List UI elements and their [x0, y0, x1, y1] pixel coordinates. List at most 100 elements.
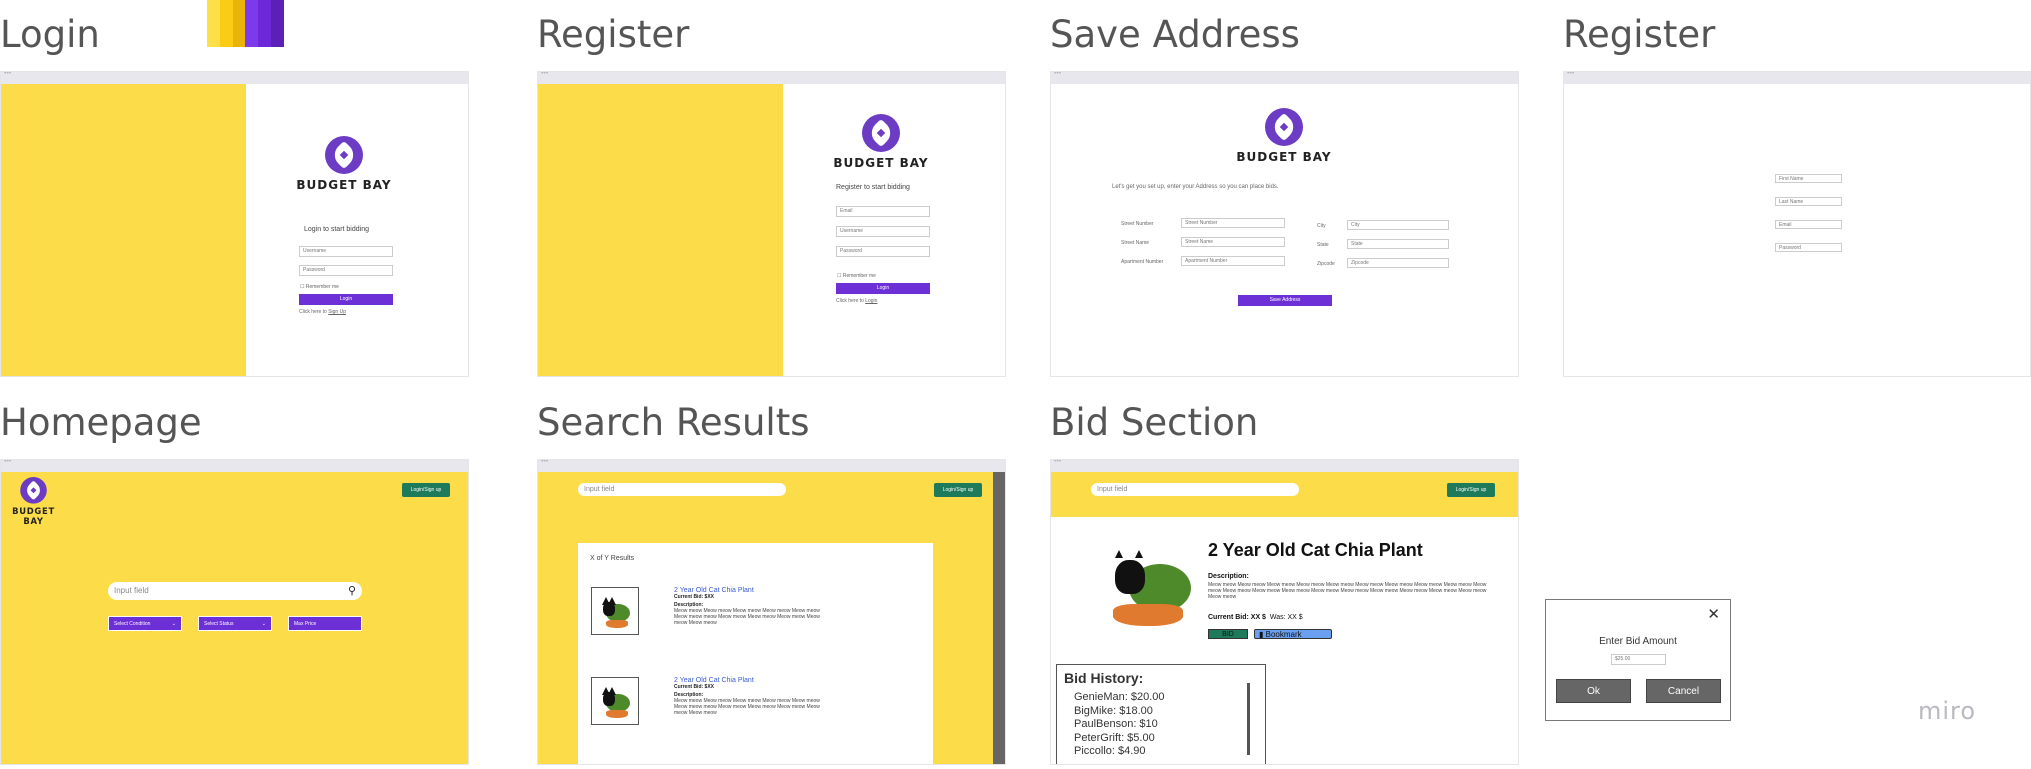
brand-mark-icon — [20, 477, 47, 504]
login-signup-button[interactable]: Login/Sign up — [934, 483, 982, 497]
product-title: 2 Year Old Cat Chia Plant — [1208, 540, 1423, 560]
search-icon[interactable]: ⚲ — [348, 582, 356, 600]
save-address-frame: BUDGET BAY Let's get you set up, enter y… — [1050, 71, 1519, 377]
first-name-field[interactable]: First Name — [1775, 174, 1842, 183]
login-frame: BUDGET BAY Login to start bidding Userna… — [0, 71, 469, 377]
login-signup-button[interactable]: Login/Sign up — [1447, 483, 1495, 497]
screen-title-homepage: Homepage — [0, 401, 202, 444]
search-input[interactable]: Input field ⚲ — [108, 582, 362, 600]
swatch — [232, 0, 246, 47]
street-number-field[interactable]: Street Number — [1181, 218, 1285, 228]
brand-logo: BUDGET BAY — [1234, 108, 1334, 164]
brand-logo: BUDGET BAY — [294, 136, 394, 192]
bid-button[interactable]: BID — [1208, 629, 1248, 639]
register-heading: Register to start bidding — [836, 184, 910, 191]
homepage-frame: BUDGET BAY Login/Sign up Input field ⚲ S… — [0, 459, 469, 765]
swatch — [245, 0, 259, 47]
condition-dropdown[interactable]: Select Condition ⌄ — [108, 616, 182, 631]
zipcode-field[interactable]: Zipcode — [1347, 258, 1449, 268]
previous-price: Was: XX $ — [1269, 614, 1303, 621]
cancel-button[interactable]: Cancel — [1646, 679, 1721, 703]
result-item[interactable]: 2 Year Old Cat Chia Plant Current Bid: $… — [674, 587, 834, 626]
signup-link[interactable]: Sign Up — [328, 309, 346, 315]
login-prompt: Click here to Login — [836, 298, 878, 304]
status-dropdown[interactable]: Select Status ⌄ — [198, 616, 272, 631]
window-bar — [1, 460, 468, 472]
last-name-field[interactable]: Last Name — [1775, 197, 1842, 206]
chevron-down-icon: ⌄ — [171, 621, 176, 627]
screen-title-search-results: Search Results — [537, 401, 810, 444]
description-label: Description: — [1208, 573, 1249, 580]
product-description: Meow meow Meow meow Meow meow Meow meow … — [1208, 582, 1487, 600]
result-item[interactable]: 2 Year Old Cat Chia Plant Current Bid: $… — [674, 677, 834, 716]
search-input[interactable]: Input field — [578, 483, 786, 496]
swatch — [271, 0, 284, 47]
close-icon[interactable]: ✕ — [1707, 605, 1720, 623]
password-field[interactable]: Password — [299, 265, 393, 276]
login-button[interactable]: Login — [299, 294, 393, 305]
yellow-panel — [1, 84, 246, 376]
apartment-field[interactable]: Apartment Number — [1181, 256, 1285, 266]
result-title[interactable]: 2 Year Old Cat Chia Plant — [674, 587, 834, 594]
list-item: GenieMan: $20.00 — [1074, 691, 1165, 703]
bid-history-list: GenieMan: $20.00 BigMike: $18.00 PaulBen… — [1074, 691, 1165, 759]
screen-title-register-2: Register — [1563, 13, 1716, 56]
bid-history-panel: Bid History: GenieMan: $20.00 BigMike: $… — [1056, 664, 1266, 764]
color-palette — [207, 0, 284, 47]
swatch — [258, 0, 272, 47]
product-thumbnail[interactable] — [591, 677, 639, 725]
bookmark-button[interactable]: ▮ Bookmark — [1254, 629, 1332, 639]
window-bar — [1051, 460, 1518, 472]
max-price-field[interactable]: Max Price — [288, 616, 362, 631]
street-number-label: Street Number — [1121, 221, 1154, 227]
username-field[interactable]: Username — [836, 226, 930, 237]
chevron-down-icon: ⌄ — [261, 621, 266, 627]
password-field[interactable]: Password — [1775, 243, 1842, 252]
results-count: X of Y Results — [590, 555, 635, 562]
remember-me-checkbox[interactable]: ☐ Remember me — [837, 273, 876, 279]
window-bar — [538, 460, 1005, 472]
state-field[interactable]: State — [1347, 239, 1449, 249]
remember-me-checkbox[interactable]: ☐ Remember me — [300, 284, 339, 290]
screen-title-login: Login — [0, 13, 100, 56]
save-address-button[interactable]: Save Address — [1238, 295, 1332, 306]
brand-mark-icon — [1265, 108, 1303, 146]
window-bar — [538, 72, 1005, 84]
scrollbar[interactable] — [993, 472, 1005, 764]
bookmark-icon: ▮ — [1259, 630, 1264, 639]
ok-button[interactable]: Ok — [1556, 679, 1631, 703]
result-current-bid: Current Bid: $XX — [674, 594, 715, 600]
password-field[interactable]: Password — [836, 246, 930, 257]
register-frame: BUDGET BAY Register to start bidding Ema… — [537, 71, 1006, 377]
result-title[interactable]: 2 Year Old Cat Chia Plant — [674, 677, 834, 684]
login-link[interactable]: Login — [865, 298, 877, 304]
swatch — [219, 0, 233, 47]
enter-bid-modal: ✕ Enter Bid Amount $25.00 Ok Cancel — [1545, 599, 1731, 721]
screen-title-bid-section: Bid Section — [1050, 401, 1259, 444]
scrollbar[interactable] — [1247, 683, 1250, 755]
login-signup-button[interactable]: Login/Sign up — [402, 483, 450, 497]
bid-section-frame: Input field Login/Sign up 2 Year Old Cat… — [1050, 459, 1519, 765]
results-panel: X of Y Results 2 Year Old Cat Chia Plant… — [578, 543, 933, 764]
brand-mark-icon — [325, 136, 363, 174]
bid-amount-field[interactable]: $25.00 — [1611, 654, 1666, 665]
username-field[interactable]: Username — [299, 246, 393, 257]
login-button[interactable]: Login — [836, 283, 930, 294]
city-field[interactable]: City — [1347, 220, 1449, 230]
email-field[interactable]: Email — [1775, 220, 1842, 229]
list-item: PeterGrift: $5.00 — [1074, 731, 1155, 744]
login-heading: Login to start bidding — [304, 226, 369, 233]
apartment-label: Apartment Number — [1121, 259, 1164, 265]
window-bar — [1, 72, 468, 84]
modal-title: Enter Bid Amount — [1599, 636, 1677, 647]
email-field[interactable]: Email — [836, 206, 930, 217]
price-info: Current Bid: XX $ Was: XX $ — [1208, 614, 1303, 621]
zipcode-label: Zipcode — [1317, 261, 1335, 267]
street-name-field[interactable]: Street Name — [1181, 237, 1285, 247]
city-label: City — [1317, 223, 1326, 229]
result-description: Meow meow Meow meow Meow meow Meow meow … — [674, 698, 820, 716]
product-thumbnail[interactable] — [591, 587, 639, 635]
list-item: PaulBenson: $10 — [1074, 718, 1158, 730]
window-bar — [1051, 72, 1518, 84]
search-input[interactable]: Input field — [1091, 483, 1299, 496]
